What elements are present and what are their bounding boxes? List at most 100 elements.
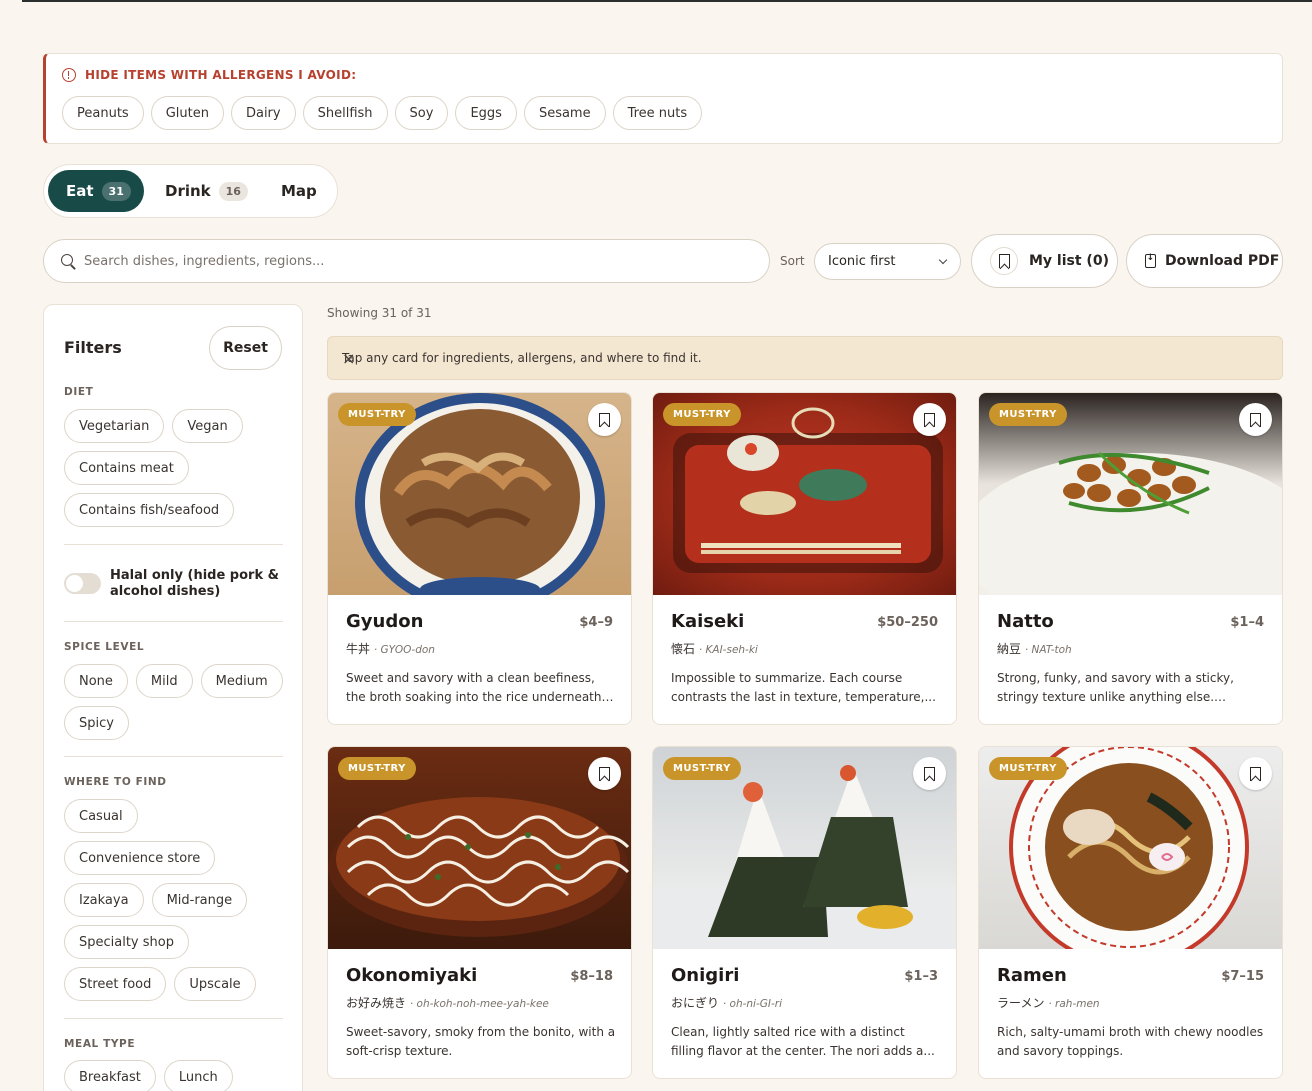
spice-chip-mild[interactable]: Mild: [135, 664, 193, 698]
spice-chip-spicy[interactable]: Spicy: [64, 706, 129, 740]
dish-japanese-name: 懐石 · KAI-seh-ki: [671, 642, 758, 656]
sort-label: Sort: [780, 254, 805, 268]
download-pdf-button[interactable]: Download PDF: [1126, 234, 1283, 288]
alert-icon: [62, 68, 76, 82]
where-chip-mid-range[interactable]: Mid-range: [151, 883, 248, 917]
chevron-down-icon: [938, 255, 948, 265]
spice-chips: None Mild Medium Spicy: [64, 664, 284, 740]
allergen-chip-soy[interactable]: Soy: [394, 96, 449, 130]
divider: [64, 1018, 283, 1019]
where-chip-specialty-shop[interactable]: Specialty shop: [64, 925, 189, 959]
close-icon[interactable]: ×: [342, 349, 1264, 368]
dish-name: Okonomiyaki: [346, 965, 478, 986]
filters-title: Filters: [64, 338, 122, 357]
spice-chip-none[interactable]: None: [64, 664, 128, 698]
save-dish-button[interactable]: [588, 403, 621, 436]
tab-map[interactable]: Map: [281, 170, 317, 212]
bookmark-icon: [1250, 766, 1261, 781]
my-list-button[interactable]: My list (0): [971, 234, 1118, 288]
tip-banner: Tap any card for ingredients, allergens,…: [327, 336, 1283, 380]
where-chip-izakaya[interactable]: Izakaya: [64, 883, 144, 917]
must-try-badge: MUST-TRY: [338, 403, 416, 426]
where-chip-street-food[interactable]: Street food: [64, 967, 167, 1001]
dish-card-kaiseki[interactable]: MUST-TRY Kaiseki $50–250 懐石 · KAI-seh-ki…: [652, 392, 957, 725]
search-icon: [61, 254, 73, 266]
dish-description: Impossible to summarize. Each course con…: [671, 671, 936, 704]
top-border: [22, 0, 1312, 2]
search-input[interactable]: [84, 240, 754, 282]
download-file-icon: [1145, 253, 1156, 268]
allergen-heading: HIDE ITEMS WITH ALLERGENS I AVOID:: [62, 68, 356, 82]
diet-label: DIET: [64, 386, 94, 398]
meal-chip-lunch[interactable]: Lunch: [163, 1060, 233, 1091]
dish-card-natto[interactable]: MUST-TRY Natto $1–4 納豆 · NAT-toh Strong,…: [978, 392, 1283, 725]
dish-name: Gyudon: [346, 611, 424, 632]
tab-eat[interactable]: Eat 31: [48, 170, 144, 212]
where-chip-convenience-store[interactable]: Convenience store: [64, 841, 216, 875]
allergen-chip-shellfish[interactable]: Shellfish: [302, 96, 388, 130]
diet-chip-vegetarian[interactable]: Vegetarian: [64, 409, 165, 443]
tab-count-badge: 31: [101, 181, 131, 201]
allergen-chip-dairy[interactable]: Dairy: [230, 96, 296, 130]
diet-chips: Vegetarian Vegan Contains meat Contains …: [64, 409, 284, 527]
divider: [64, 544, 283, 545]
dish-price: $50–250: [877, 615, 938, 630]
dish-card-onigiri[interactable]: MUST-TRY Onigiri $1–3 おにぎり · oh-ni-GI-ri…: [652, 746, 957, 1079]
halal-toggle[interactable]: [64, 573, 101, 594]
dish-name: Natto: [997, 611, 1054, 632]
dish-name: Onigiri: [671, 965, 740, 986]
diet-chip-fish-seafood[interactable]: Contains fish/seafood: [64, 493, 235, 527]
divider: [64, 621, 283, 622]
search-bar: [43, 239, 770, 283]
save-dish-button[interactable]: [913, 757, 946, 790]
where-label: WHERE TO FIND: [64, 776, 167, 788]
bookmark-icon: [599, 766, 610, 781]
save-dish-button[interactable]: [913, 403, 946, 436]
bookmark-icon: [1250, 412, 1261, 427]
category-tabs: Eat 31 Drink 16 Map: [43, 164, 338, 218]
meal-chip-breakfast[interactable]: Breakfast: [64, 1060, 156, 1091]
dish-description: Sweet-savory, smoky from the bonito, wit…: [346, 1025, 616, 1058]
dish-japanese-name: 牛丼 · GYOO-don: [346, 642, 435, 656]
tab-count-badge: 16: [218, 181, 248, 201]
must-try-badge: MUST-TRY: [989, 757, 1067, 780]
save-dish-button[interactable]: [588, 757, 621, 790]
dish-price: $1–3: [904, 969, 938, 984]
diet-chip-vegan[interactable]: Vegan: [172, 409, 243, 443]
dish-card-ramen[interactable]: MUST-TRY Ramen $7–15 ラーメン · rah-men Rich…: [978, 746, 1283, 1079]
allergen-chip-peanuts[interactable]: Peanuts: [62, 96, 144, 130]
divider: [64, 756, 283, 757]
allergen-chip-gluten[interactable]: Gluten: [150, 96, 224, 130]
where-chip-upscale[interactable]: Upscale: [174, 967, 256, 1001]
dish-name: Kaiseki: [671, 611, 745, 632]
dish-japanese-name: ラーメン · rah-men: [997, 996, 1100, 1010]
dish-price: $8–18: [570, 969, 613, 984]
dish-description: Rich, salty-umami broth with chewy noodl…: [997, 1025, 1264, 1058]
allergen-filter-banner: HIDE ITEMS WITH ALLERGENS I AVOID: Peanu…: [43, 53, 1283, 144]
results-count: Showing 31 of 31: [327, 306, 432, 320]
bookmark-icon: [924, 766, 935, 781]
sort-select[interactable]: Iconic first: [814, 243, 961, 280]
halal-label: Halal only (hide pork & alcohol dishes): [110, 568, 279, 599]
where-chip-casual[interactable]: Casual: [64, 799, 138, 833]
dish-card-gyudon[interactable]: MUST-TRY Gyudon $4–9 牛丼 · GYOO-don Sweet…: [327, 392, 632, 725]
reset-button[interactable]: Reset: [209, 326, 282, 370]
diet-chip-contains-meat[interactable]: Contains meat: [64, 451, 189, 485]
where-chips: Casual Convenience store Izakaya Mid-ran…: [64, 799, 284, 1001]
save-dish-button[interactable]: [1239, 403, 1272, 436]
dish-card-okonomiyaki[interactable]: MUST-TRY Okonomiyaki $8–18 お好み焼き · oh-ko…: [327, 746, 632, 1079]
meal-chips: Breakfast Lunch: [64, 1060, 284, 1091]
dish-price: $1–4: [1230, 615, 1264, 630]
save-dish-button[interactable]: [1239, 757, 1272, 790]
tab-drink[interactable]: Drink 16: [165, 170, 248, 212]
dish-price: $7–15: [1221, 969, 1264, 984]
dish-name: Ramen: [997, 965, 1067, 986]
allergen-chip-eggs[interactable]: Eggs: [455, 96, 517, 130]
bookmark-icon-wrap: [990, 247, 1018, 275]
allergen-chip-sesame[interactable]: Sesame: [523, 96, 606, 130]
allergen-chips: Peanuts Gluten Dairy Shellfish Soy Eggs …: [62, 96, 703, 130]
filters-panel: Filters Reset DIET Vegetarian Vegan Cont…: [43, 304, 303, 1091]
bookmark-icon: [599, 412, 610, 427]
spice-chip-medium[interactable]: Medium: [200, 664, 283, 698]
allergen-chip-tree-nuts[interactable]: Tree nuts: [612, 96, 703, 130]
